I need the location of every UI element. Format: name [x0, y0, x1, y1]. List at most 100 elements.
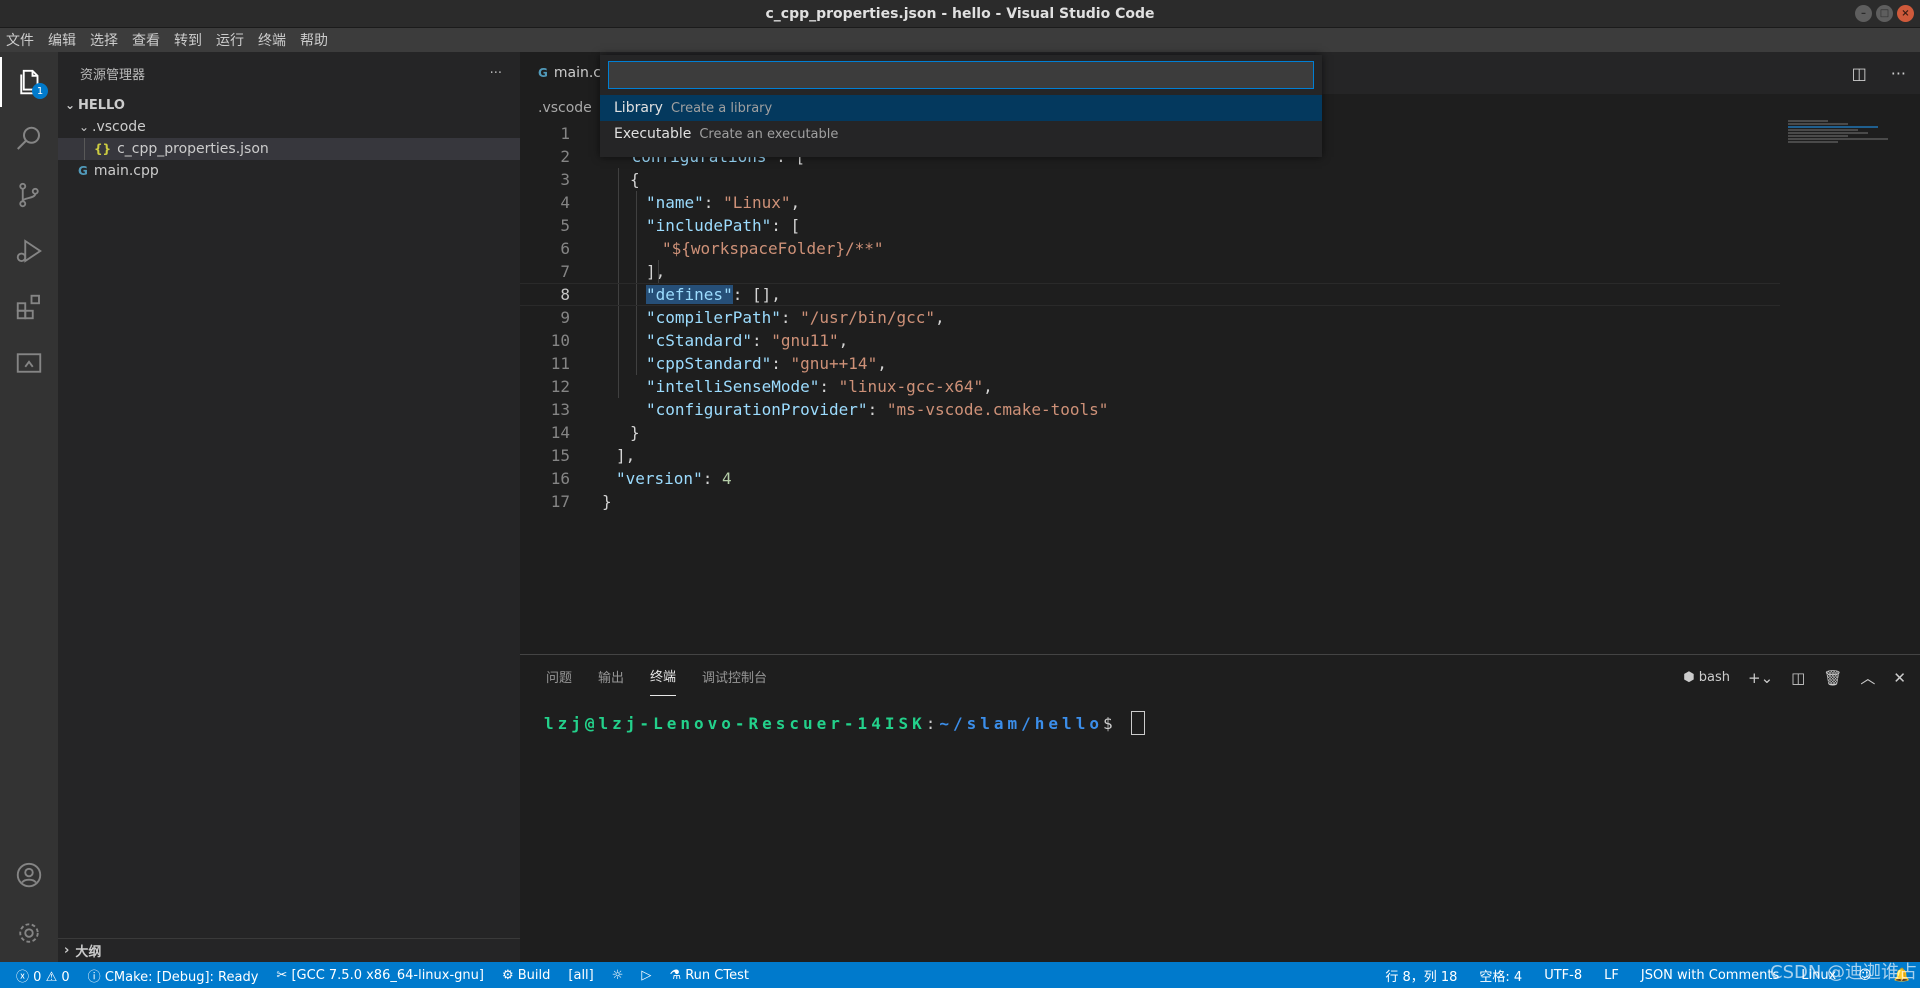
code-line: 4 "name": "Linux", [520, 191, 1780, 214]
explorer-badge: 1 [32, 83, 48, 99]
code-text: ], [616, 446, 636, 465]
code-text: "intelliSenseMode": "linux-gcc-x64", [646, 377, 993, 396]
target-selector[interactable]: [all] [568, 968, 593, 983]
close-window-button[interactable]: × [1897, 5, 1914, 22]
terminal-output[interactable]: lzj@lzj-Lenovo-Rescuer-14ISK: ~/slam/hell… [544, 711, 1145, 735]
problems-status[interactable]: ⓧ 0 ⚠ 0 [16, 966, 70, 985]
code-line: 7 ], [520, 260, 1780, 283]
panel-tabs: 问题 输出 终端 调试控制台 [520, 655, 793, 697]
editor-scrollbar[interactable] [1906, 122, 1920, 652]
build-button[interactable]: ⚙ Build [502, 968, 550, 983]
ctest-button[interactable]: ⚗ Run CTest [669, 968, 749, 983]
close-panel-icon[interactable]: ✕ [1893, 669, 1906, 687]
kit-status[interactable]: ✂ [GCC 7.5.0 x86_64-linux-gnu] [276, 968, 484, 983]
menu-terminal[interactable]: 终端 [258, 30, 286, 50]
eol-status[interactable]: LF [1604, 968, 1619, 983]
accounts-activity[interactable] [0, 850, 58, 900]
menu-view[interactable]: 查看 [132, 30, 160, 50]
split-editor-icon[interactable]: ◫ [1852, 64, 1867, 83]
menu-bar: 文件 编辑 选择 查看 转到 运行 终端 帮助 [0, 28, 1920, 52]
file-c-cpp-properties[interactable]: {} c_cpp_properties.json [58, 138, 520, 160]
more-actions-button[interactable]: ··· [490, 66, 502, 81]
tab-debug-console[interactable]: 调试控制台 [702, 657, 767, 696]
explorer-activity[interactable]: 1 [0, 57, 58, 107]
minimize-button[interactable]: – [1855, 5, 1872, 22]
tab-terminal[interactable]: 终端 [650, 656, 677, 696]
tab-main-cpp[interactable]: G main.c [520, 52, 601, 94]
kit-label: [GCC 7.5.0 x86_64-linux-gnu] [291, 967, 484, 983]
terminal-selector[interactable]: ⬢ bash [1683, 670, 1730, 685]
line-number: 6 [560, 239, 570, 258]
code-line: 13 "configurationProvider": "ms-vscode.c… [520, 398, 1780, 421]
workspace-root[interactable]: ⌄ HELLO [58, 94, 520, 116]
code-text: "${workspaceFolder}/**" [662, 239, 884, 258]
window-title: c_cpp_properties.json - hello - Visual S… [765, 5, 1155, 22]
code-line: 9 "compilerPath": "/usr/bin/gcc", [520, 306, 1780, 329]
debug-icon[interactable]: ☼ [612, 968, 624, 983]
outline-section[interactable]: › 大纲 [58, 938, 520, 962]
breadcrumb-folder[interactable]: .vscode [538, 100, 592, 116]
menu-edit[interactable]: 编辑 [48, 30, 76, 50]
maximize-panel-icon[interactable]: ︿ [1860, 667, 1875, 688]
menu-file[interactable]: 文件 [6, 30, 34, 50]
maximize-button[interactable]: □ [1876, 5, 1893, 22]
code-editor[interactable]: 1 { 2 "configurations": [ 3 { 4 "name": … [520, 122, 1920, 654]
split-terminal-icon[interactable]: ◫ [1791, 669, 1805, 687]
flask-icon: ⚗ [669, 967, 682, 983]
cmake-status[interactable]: ⓘ CMake: [Debug]: Ready [88, 966, 259, 985]
line-number: 2 [560, 147, 570, 166]
file-c-cpp-properties-label: c_cpp_properties.json [117, 141, 269, 157]
code-text: } [630, 423, 640, 442]
tab-output[interactable]: 输出 [598, 657, 624, 696]
code-line: 10 "cStandard": "gnu11", [520, 329, 1780, 352]
quick-pick-item-description: Create a library [670, 100, 773, 116]
extensions-activity[interactable] [0, 282, 58, 332]
code-text: "version": 4 [616, 469, 732, 488]
status-bar: ⓧ 0 ⚠ 0 ⓘ CMake: [Debug]: Ready ✂ [GCC 7… [0, 962, 1920, 988]
terminal-prompt: $ [1102, 713, 1117, 733]
quick-pick-item-library[interactable]: Library Create a library [600, 95, 1322, 121]
menu-help[interactable]: 帮助 [300, 30, 328, 50]
run-debug-activity[interactable] [0, 226, 58, 276]
remote-explorer-activity[interactable] [0, 338, 58, 388]
remote-explorer-icon [16, 353, 42, 373]
source-control-activity[interactable] [0, 170, 58, 220]
file-main-cpp[interactable]: G main.cpp [58, 160, 520, 182]
line-number: 4 [560, 193, 570, 212]
tab-problems[interactable]: 问题 [546, 657, 572, 696]
encoding-status[interactable]: UTF-8 [1544, 968, 1582, 983]
manage-activity[interactable] [0, 908, 58, 958]
menu-selection[interactable]: 选择 [90, 30, 118, 50]
menu-run[interactable]: 运行 [216, 30, 244, 50]
info-icon: ⓘ [87, 969, 101, 985]
code-text: ], [646, 262, 666, 281]
menu-go[interactable]: 转到 [174, 30, 202, 50]
more-actions-icon[interactable]: ··· [1891, 64, 1906, 83]
quick-pick-input[interactable] [608, 61, 1314, 89]
trash-icon[interactable]: 🗑 [1823, 669, 1842, 687]
folder-vscode-label: .vscode [92, 119, 146, 135]
panel-actions: ⬢ bash +⌄ ◫ 🗑 ︿ ✕ [1683, 667, 1906, 688]
window-controls: – □ × [1855, 5, 1914, 22]
minimap[interactable] [1788, 120, 1906, 160]
line-number: 8 [560, 285, 570, 304]
warning-icon: ⚠ [45, 969, 58, 985]
new-terminal-icon[interactable]: +⌄ [1748, 669, 1773, 687]
folder-vscode[interactable]: ⌄ .vscode [58, 116, 520, 138]
quick-pick-item-executable[interactable]: Executable Create an executable [600, 121, 1322, 147]
cpp-file-icon: G [538, 66, 548, 80]
code-text: { [630, 170, 640, 189]
explorer-title: 资源管理器 [80, 67, 146, 83]
language-mode[interactable]: JSON with Comments [1641, 968, 1779, 983]
watermark: CSDN @迪迦谁占了 [1770, 962, 1918, 983]
file-main-cpp-label: main.cpp [93, 163, 159, 179]
cursor-position[interactable]: 行 8，列 18 [1385, 966, 1457, 985]
error-count: 0 [33, 969, 42, 985]
extensions-icon [16, 294, 40, 320]
line-number: 15 [550, 446, 570, 465]
warning-count: 0 [61, 969, 70, 985]
run-icon[interactable]: ▷ [641, 968, 651, 983]
code-text: "name": "Linux", [646, 193, 801, 212]
indentation-status[interactable]: 空格: 4 [1479, 966, 1522, 985]
search-activity[interactable] [0, 114, 58, 164]
